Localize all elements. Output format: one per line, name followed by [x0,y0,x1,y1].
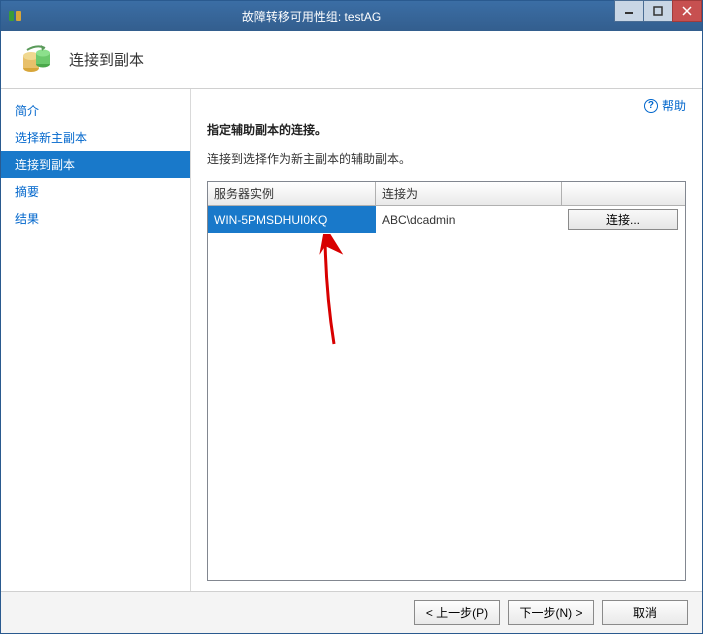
next-button[interactable]: 下一步(N) > [508,600,594,625]
grid-cell-connect-as: ABC\dcadmin [376,206,562,233]
back-button[interactable]: < 上一步(P) [414,600,500,625]
help-label: 帮助 [662,97,686,114]
grid-cell-action: 连接... [562,206,685,233]
wizard-header: 连接到副本 [1,31,702,89]
grid-cell-instance: WIN-5PMSDHUI0KQ [208,206,376,233]
wizard-content: ? 帮助 指定辅助副本的连接。 连接到选择作为新主副本的辅助副本。 服务器实例 … [191,89,702,591]
grid-header-action [562,182,685,205]
wizard-sidebar: 简介 选择新主副本 连接到副本 摘要 结果 [1,89,191,591]
wizard-header-icon [19,42,55,78]
grid-header: 服务器实例 连接为 [208,182,685,206]
sidebar-item-summary[interactable]: 摘要 [1,178,190,205]
app-icon [7,8,23,24]
maximize-button[interactable] [643,0,673,22]
sidebar-item-results[interactable]: 结果 [1,205,190,232]
sidebar-item-connect-replica[interactable]: 连接到副本 [1,151,190,178]
wizard-window: 故障转移可用性组: testAG [0,0,703,634]
sidebar-item-label: 选择新主副本 [15,131,87,145]
content-heading: 指定辅助副本的连接。 [207,121,686,138]
grid-header-connect-as[interactable]: 连接为 [376,182,562,205]
sidebar-item-label: 连接到副本 [15,158,75,172]
connect-button[interactable]: 连接... [568,209,678,230]
replica-grid: 服务器实例 连接为 WIN-5PMSDHUI0KQ ABC\dcadmin 连接… [207,181,686,581]
minimize-button[interactable] [614,0,644,22]
cancel-button[interactable]: 取消 [602,600,688,625]
sidebar-item-label: 结果 [15,212,39,226]
annotation-arrow-icon [312,234,352,354]
wizard-footer: < 上一步(P) 下一步(N) > 取消 [1,591,702,633]
sidebar-item-label: 简介 [15,104,39,118]
close-button[interactable] [672,0,702,22]
wizard-header-title: 连接到副本 [69,49,144,70]
help-icon: ? [644,99,658,113]
content-subtext: 连接到选择作为新主副本的辅助副本。 [207,150,686,167]
sidebar-item-select-primary[interactable]: 选择新主副本 [1,124,190,151]
help-link[interactable]: ? 帮助 [644,97,686,114]
titlebar: 故障转移可用性组: testAG [1,1,702,31]
window-controls [615,0,702,22]
sidebar-item-intro[interactable]: 简介 [1,97,190,124]
window-title: 故障转移可用性组: testAG [31,8,702,25]
wizard-body: 简介 选择新主副本 连接到副本 摘要 结果 ? 帮助 指定辅助副本的连接。 连接… [1,89,702,591]
grid-row[interactable]: WIN-5PMSDHUI0KQ ABC\dcadmin 连接... [208,206,685,233]
sidebar-item-label: 摘要 [15,185,39,199]
grid-header-instance[interactable]: 服务器实例 [208,182,376,205]
